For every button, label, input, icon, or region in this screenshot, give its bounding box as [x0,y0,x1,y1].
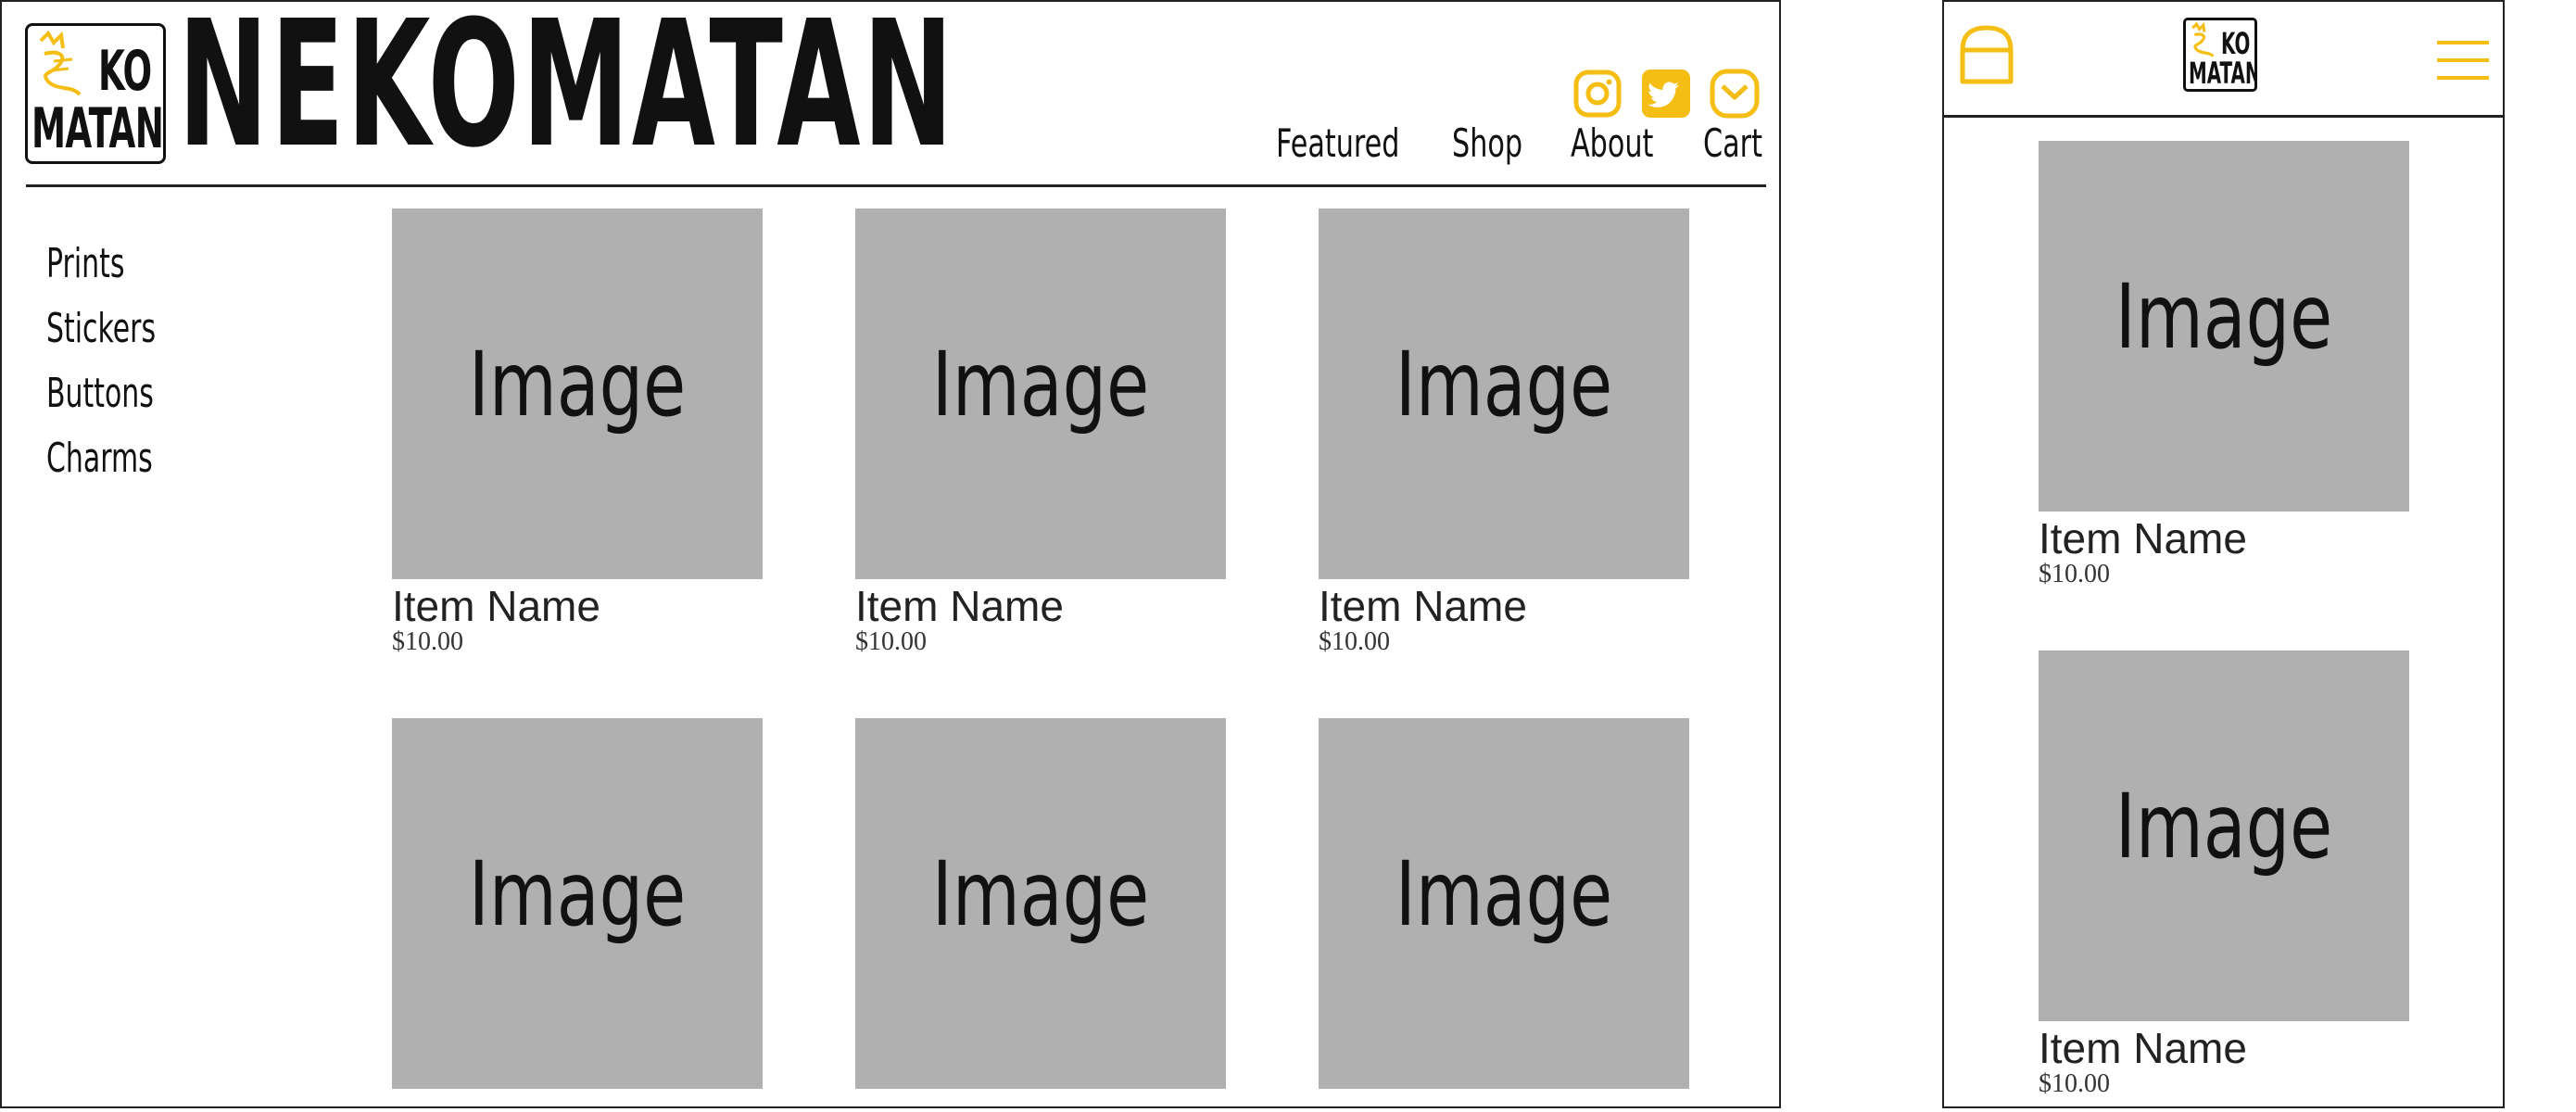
mobile-page: KO MATAN Image Item Name $10.00 Image It… [1942,0,2505,1108]
header-divider [1944,115,2503,118]
nav-shop[interactable]: Shop [1452,120,1522,166]
cat-brush-mark-icon [39,30,82,96]
product-image[interactable]: Image [392,718,763,1089]
nav-cart[interactable]: Cart [1703,120,1762,166]
image-placeholder-label: Image [2115,775,2333,878]
product-card[interactable]: Image Item Name $10.00 [1319,208,1689,657]
logo-text-matan: MATAN [32,96,164,161]
product-image[interactable]: Image [855,208,1226,579]
desktop-page: KO MATAN NEKOMATAN Featured Shop About C… [0,0,1781,1108]
category-buttons[interactable]: Buttons [46,370,154,417]
product-price: $10.00 [2039,1069,2110,1098]
product-card[interactable]: Image Item Name $10.00 [2039,651,2409,1099]
product-name[interactable]: Item Name [2039,1027,2409,1069]
image-placeholder-label: Image [468,842,687,946]
product-card[interactable]: Image [392,718,763,1089]
image-placeholder-label: Image [1395,333,1613,436]
product-price: $10.00 [1319,627,1390,656]
product-image[interactable]: Image [392,208,763,579]
product-price: $10.00 [392,627,463,656]
product-name[interactable]: Item Name [855,585,1226,627]
product-card[interactable]: Image Item Name $10.00 [392,208,763,657]
nav-featured[interactable]: Featured [1276,120,1399,166]
image-placeholder-label: Image [1395,842,1613,946]
image-placeholder-label: Image [931,842,1150,946]
logo-text-matan: MATAN [2189,56,2257,91]
product-card[interactable]: Image Item Name $10.00 [2039,141,2409,589]
product-image[interactable]: Image [2039,651,2409,1021]
image-placeholder-label: Image [2115,265,2333,369]
product-price: $10.00 [2039,560,2110,588]
image-placeholder-label: Image [468,333,687,436]
product-card[interactable]: Image [855,718,1226,1089]
instagram-icon[interactable] [1572,69,1623,119]
twitter-icon[interactable] [1641,69,1691,119]
header-divider [26,184,1766,187]
mail-icon[interactable] [1710,69,1760,119]
product-name[interactable]: Item Name [2039,517,2409,560]
logo-text-ko: KO [98,39,152,104]
product-image[interactable]: Image [1319,208,1689,579]
product-image[interactable]: Image [2039,141,2409,512]
product-image[interactable]: Image [855,718,1226,1089]
product-image[interactable]: Image [1319,718,1689,1089]
brand-logo[interactable]: KO MATAN [25,23,166,164]
product-card[interactable]: Image [1319,718,1689,1089]
product-name[interactable]: Item Name [392,585,763,627]
site-title: NEKOMATAN [178,0,956,186]
category-prints[interactable]: Prints [46,240,124,287]
category-charms[interactable]: Charms [46,435,153,482]
product-price: $10.00 [855,627,927,656]
product-name[interactable]: Item Name [1319,585,1689,627]
category-stickers[interactable]: Stickers [46,305,156,352]
image-placeholder-label: Image [931,333,1150,436]
nav-about[interactable]: About [1571,120,1653,166]
hamburger-menu-icon[interactable] [2437,39,2489,82]
product-card[interactable]: Image Item Name $10.00 [855,208,1226,657]
bag-icon[interactable] [1957,24,2016,87]
brand-logo[interactable]: KO MATAN [2183,18,2257,92]
